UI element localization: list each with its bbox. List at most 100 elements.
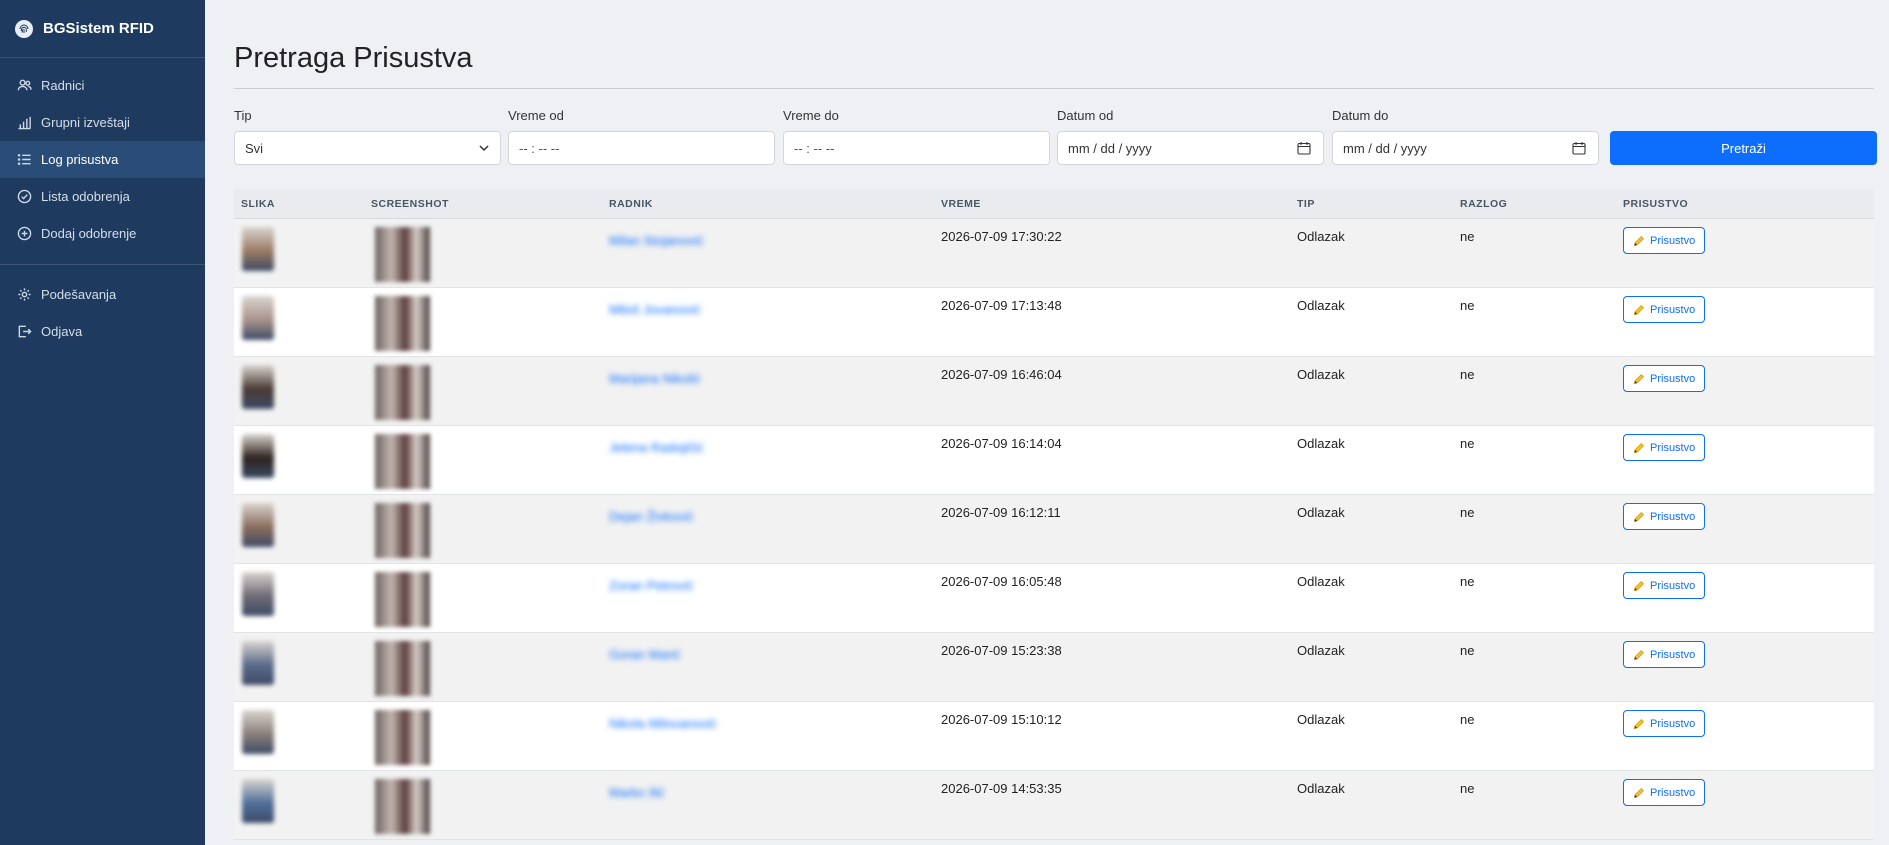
employee-photo[interactable] (242, 434, 274, 478)
prisustvo-button-label: Prisustvo (1650, 510, 1696, 523)
datum-do-input[interactable]: mm / dd / yyyy (1332, 131, 1599, 165)
screenshot-thumbnail[interactable] (375, 365, 430, 420)
prisustvo-button[interactable]: Prisustvo (1623, 503, 1706, 530)
sidebar-item-label: Log prisustva (41, 152, 119, 167)
reason-cell: ne (1460, 574, 1475, 589)
screenshot-thumbnail[interactable] (375, 779, 430, 834)
prisustvo-button-label: Prisustvo (1650, 303, 1696, 316)
employee-photo[interactable] (242, 710, 274, 754)
pencil-icon (1633, 787, 1645, 798)
prisustvo-button[interactable]: Prisustvo (1623, 434, 1706, 461)
vreme-od-input[interactable]: -- : -- -- (508, 131, 775, 165)
type-cell: Odlazak (1297, 574, 1345, 589)
prisustvo-button[interactable]: Prisustvo (1623, 710, 1706, 737)
employee-link[interactable]: Zoran Petrović (609, 578, 694, 593)
screenshot-thumbnail[interactable] (375, 710, 430, 765)
employee-link[interactable]: Jelena Radojičić (609, 440, 704, 455)
prisustvo-button[interactable]: Prisustvo (1623, 227, 1706, 254)
table-row: Milan Stojanović 2026-07-09 17:30:22 Odlaz… (234, 219, 1874, 288)
employee-link[interactable]: Dejan Živković (609, 509, 694, 524)
prisustvo-button-label: Prisustvo (1650, 717, 1696, 730)
screenshot-thumbnail[interactable] (375, 227, 430, 282)
prisustvo-button[interactable]: Prisustvo (1623, 572, 1706, 599)
calendar-icon[interactable] (1297, 141, 1311, 155)
reason-cell: ne (1460, 643, 1475, 658)
prisustvo-button[interactable]: Prisustvo (1623, 779, 1706, 806)
search-button[interactable]: Pretraži (1610, 131, 1877, 165)
col-header-radnik: RADNIK (609, 198, 653, 210)
time-cell: 2026-07-09 16:05:48 (941, 574, 1062, 589)
employee-photo[interactable] (242, 503, 274, 547)
pencil-icon (1633, 718, 1645, 729)
reason-cell: ne (1460, 367, 1475, 382)
type-cell: Odlazak (1297, 436, 1345, 451)
table-body: Milan Stojanović 2026-07-09 17:30:22 Odlaz… (234, 219, 1874, 840)
col-header-slika: SLIKA (241, 198, 275, 210)
employee-photo[interactable] (242, 227, 274, 271)
employee-link[interactable]: Marko Ilić (609, 785, 665, 800)
reason-cell: ne (1460, 505, 1475, 520)
fingerprint-icon (15, 19, 33, 38)
time-cell: 2026-07-09 15:10:12 (941, 712, 1062, 727)
pencil-icon (1633, 304, 1645, 315)
prisustvo-button[interactable]: Prisustvo (1623, 641, 1706, 668)
screenshot-thumbnail[interactable] (375, 503, 430, 558)
time-cell: 2026-07-09 17:30:22 (941, 229, 1062, 244)
employee-link[interactable]: Marijana Nikolić (609, 371, 701, 386)
calendar-icon[interactable] (1572, 141, 1586, 155)
prisustvo-button[interactable]: Prisustvo (1623, 296, 1706, 323)
sidebar-divider (0, 264, 205, 265)
tip-select[interactable]: Svi (234, 131, 501, 165)
type-cell: Odlazak (1297, 298, 1345, 313)
sidebar-item-label: Lista odobrenja (41, 189, 130, 204)
employee-link[interactable]: Milan Stojanović (609, 233, 704, 248)
screenshot-thumbnail[interactable] (375, 296, 430, 351)
table-row: Miloš Jovanović 2026-07-09 17:13:48 Odlaza… (234, 288, 1874, 357)
users-icon (16, 78, 32, 94)
sidebar-item-label: Odjava (41, 324, 83, 339)
employee-photo[interactable] (242, 365, 274, 409)
pencil-icon (1633, 442, 1645, 453)
prisustvo-button[interactable]: Prisustvo (1623, 365, 1706, 392)
brand[interactable]: BGSistem RFID (0, 0, 205, 58)
screenshot-thumbnail[interactable] (375, 641, 430, 696)
employee-link[interactable]: Nikola Milovanović (609, 716, 717, 731)
datum-do-label: Datum do (1332, 108, 1389, 123)
vreme-do-placeholder: -- : -- -- (794, 140, 835, 156)
sidebar-item-lista-odobrenja[interactable]: Lista odobrenja (0, 178, 205, 215)
type-cell: Odlazak (1297, 712, 1345, 727)
sidebar-item-log-prisustva[interactable]: Log prisustva (0, 141, 205, 178)
employee-photo[interactable] (242, 641, 274, 685)
title-divider (234, 88, 1874, 89)
sidebar-nav-bottom: Podešavanja Odjava (0, 276, 205, 350)
screenshot-thumbnail[interactable] (375, 434, 430, 489)
datum-od-input[interactable]: mm / dd / yyyy (1057, 131, 1324, 165)
employee-photo[interactable] (242, 572, 274, 616)
col-header-tip: TIP (1297, 198, 1315, 210)
employee-photo[interactable] (242, 779, 274, 823)
vreme-do-input[interactable]: -- : -- -- (783, 131, 1050, 165)
sidebar-item-podesavanja[interactable]: Podešavanja (0, 276, 205, 313)
sidebar-item-odjava[interactable]: Odjava (0, 313, 205, 350)
employee-photo[interactable] (242, 296, 274, 340)
sidebar-item-label: Podešavanja (41, 287, 117, 302)
logout-icon (16, 324, 32, 340)
screenshot-thumbnail[interactable] (375, 572, 430, 627)
table-row: Marijana Nikolić 2026-07-09 16:46:04 Odlaz… (234, 357, 1874, 426)
employee-link[interactable]: Goran Marić (609, 647, 681, 662)
sidebar: BGSistem RFID Radnici Grupni izveštaji L… (0, 0, 205, 845)
filter-bar: Tip Svi Vreme od -- : -- -- Vreme do -- … (234, 108, 1877, 168)
sidebar-item-grupni-izvestaji[interactable]: Grupni izveštaji (0, 104, 205, 141)
datum-od-label: Datum od (1057, 108, 1114, 123)
time-cell: 2026-07-09 16:12:11 (941, 505, 1061, 520)
employee-link[interactable]: Miloš Jovanović (609, 302, 701, 317)
time-cell: 2026-07-09 17:13:48 (941, 298, 1062, 313)
sidebar-item-dodaj-odobrenje[interactable]: Dodaj odobrenje (0, 215, 205, 252)
sidebar-item-radnici[interactable]: Radnici (0, 67, 205, 104)
reason-cell: ne (1460, 436, 1475, 451)
tip-label: Tip (234, 108, 252, 123)
pencil-icon (1633, 235, 1645, 246)
gear-icon (16, 287, 32, 303)
table-row: Marko Ilić 2026-07-09 14:53:35 Odlazak ne Pr… (234, 771, 1874, 840)
prisustvo-button-label: Prisustvo (1650, 648, 1696, 661)
